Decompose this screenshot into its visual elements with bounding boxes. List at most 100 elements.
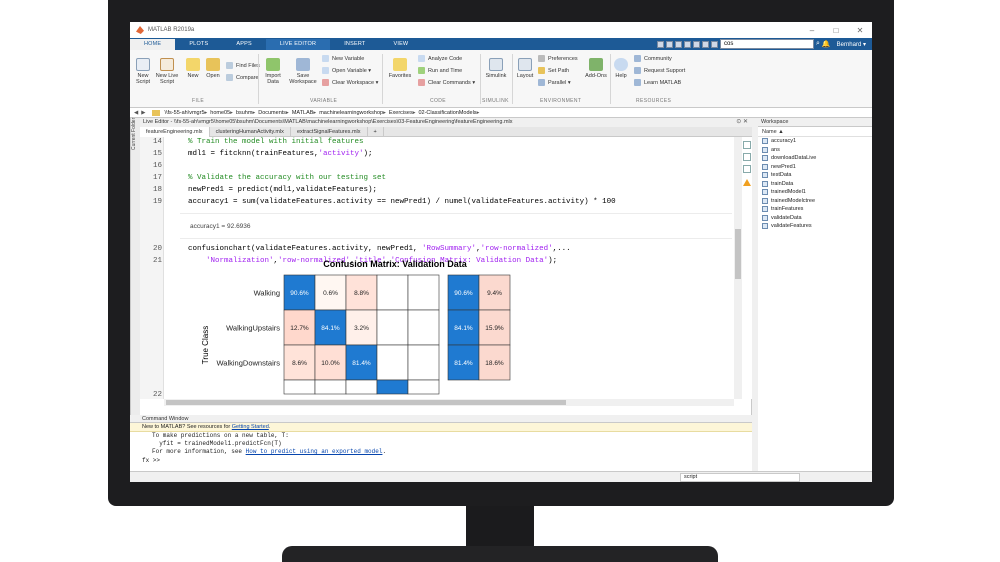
workspace-item[interactable]: trainedModelctree <box>758 197 872 206</box>
parallel-button[interactable]: Parallel ▾ <box>538 79 571 86</box>
open-button[interactable]: Open <box>204 58 222 79</box>
analyze-code-button[interactable]: Analyze Code <box>418 55 462 62</box>
workspace-item[interactable]: validateData <box>758 214 872 223</box>
editor-window-controls[interactable]: ⊙ ✕ <box>736 118 748 127</box>
address-bar[interactable]: ◀ ▶ \\fs-55-ah\vmgr5 ▸ home05 ▸ bsuhm ▸ … <box>130 108 872 118</box>
scroll-thumb[interactable] <box>735 229 741 279</box>
back-icon[interactable]: ◀ <box>134 110 138 116</box>
predict-help-link[interactable]: How to predict using an exported model <box>246 448 383 455</box>
tab-live-editor[interactable]: LIVE EDITOR <box>265 39 331 50</box>
tab-clusteringhumanactivity[interactable]: clusteringHumanActivity.mlx <box>210 127 291 137</box>
clear-workspace-button[interactable]: Clear Workspace ▾ <box>322 79 378 86</box>
separator <box>480 54 481 104</box>
line-number: 14 <box>152 138 162 146</box>
copy-icon[interactable] <box>674 40 682 48</box>
code-line-15[interactable]: mdl1 = fitcknn(trainFeatures,'activity')… <box>188 150 373 158</box>
clear-commands-button[interactable]: Clear Commands ▾ <box>418 79 475 86</box>
search-icon[interactable]: ⌕ <box>816 40 820 48</box>
workspace-item[interactable]: trainData <box>758 180 872 189</box>
code-line-19[interactable]: accuracy1 = sum(validateFeatures.activit… <box>188 198 616 206</box>
help-icon[interactable] <box>710 40 718 48</box>
output-right-icon[interactable] <box>743 153 751 161</box>
getting-started-link[interactable]: Getting Started <box>232 424 269 430</box>
code-line-18[interactable]: newPred1 = predict(mdl1,validateFeatures… <box>188 186 377 194</box>
path-segment[interactable]: 02-ClassificationModels <box>418 110 476 116</box>
preferences-button[interactable]: Preferences <box>538 55 578 62</box>
open-variable-button[interactable]: Open Variable ▾ <box>322 67 371 74</box>
tab-view[interactable]: VIEW <box>379 39 422 50</box>
close-icon[interactable]: ✕ <box>848 26 872 35</box>
current-folder-collapsed[interactable]: Current Folder <box>130 118 140 415</box>
workspace-item[interactable]: trainFeatures <box>758 205 872 214</box>
paste-icon[interactable] <box>683 40 691 48</box>
scroll-thumb[interactable] <box>166 400 566 405</box>
tab-featureengineering[interactable]: featureEngineering.mlx <box>140 127 210 137</box>
path-segment[interactable]: home05 <box>210 110 230 116</box>
bell-icon[interactable]: 🔔 <box>822 40 831 48</box>
new-live-script-button[interactable]: New Live Script <box>154 58 180 85</box>
path-segment[interactable]: Exercises <box>389 110 413 116</box>
user-menu[interactable]: Bernhard ▾ <box>833 41 870 48</box>
forward-icon[interactable]: ▶ <box>141 110 145 116</box>
window-title: MATLAB R2019a <box>148 27 195 33</box>
favorites-button[interactable]: Favorites <box>386 58 414 79</box>
command-prompt[interactable]: fx >> <box>130 456 752 465</box>
new-script-button[interactable]: New Script <box>134 58 152 85</box>
code-line-20[interactable]: confusionchart(validateFeatures.activity… <box>188 245 571 253</box>
workspace-item[interactable]: ans <box>758 146 872 155</box>
workspace-item[interactable]: downloadDataLive <box>758 154 872 163</box>
set-path-button[interactable]: Set Path <box>538 67 569 74</box>
warning-icon[interactable] <box>743 179 751 186</box>
new-variable-button[interactable]: New Variable <box>322 55 364 62</box>
editor-horizontal-scrollbar[interactable] <box>164 399 734 406</box>
save-icon[interactable] <box>656 40 664 48</box>
code-line-14[interactable]: % Train the model with initial features <box>188 138 364 146</box>
tab-insert[interactable]: INSERT <box>330 39 379 50</box>
new-button[interactable]: New <box>184 58 202 79</box>
run-and-time-button[interactable]: Run and Time <box>418 67 462 74</box>
new-tab-button[interactable]: + <box>368 127 384 137</box>
hide-code-icon[interactable] <box>743 165 751 173</box>
tab-extractsignalfeatures[interactable]: extractSignalFeatures.mlx <box>291 127 368 137</box>
command-output-line: For more information, see How to predict… <box>152 448 387 455</box>
tab-plots[interactable]: PLOTS <box>175 39 222 50</box>
confusion-chart[interactable]: Confusion Matrix: Validation Data True Cl… <box>196 255 516 399</box>
y-axis-label: True Class <box>201 326 210 364</box>
undo-icon[interactable] <box>692 40 700 48</box>
redo-icon[interactable] <box>701 40 709 48</box>
layout-button[interactable]: Layout <box>514 58 536 79</box>
help-button[interactable]: Help <box>612 58 630 79</box>
minimize-icon[interactable]: – <box>800 26 824 35</box>
workspace-item[interactable]: trainedModel1 <box>758 188 872 197</box>
tab-apps[interactable]: APPS <box>222 39 265 50</box>
maximize-icon[interactable]: □ <box>824 26 848 35</box>
search-documentation-input[interactable]: cos <box>719 39 814 49</box>
path-segment[interactable]: bsuhm <box>236 110 253 116</box>
command-output-line: To make predictions on a new table, T: <box>152 432 289 439</box>
cell-value: 0.6% <box>323 290 338 297</box>
workspace-item[interactable]: newPred1 <box>758 163 872 172</box>
community-button[interactable]: Community <box>634 55 672 62</box>
learn-matlab-button[interactable]: Learn MATLAB <box>634 79 681 86</box>
workspace-item[interactable]: validateFeatures <box>758 222 872 231</box>
editor-vertical-scrollbar[interactable] <box>734 137 742 399</box>
output-inline-icon[interactable] <box>743 141 751 149</box>
workspace-item[interactable]: testData <box>758 171 872 180</box>
save-workspace-button[interactable]: Save Workspace <box>288 58 318 85</box>
add-ons-button[interactable]: Add-Ons <box>584 58 608 79</box>
request-support-button[interactable]: Request Support <box>634 67 685 74</box>
path-segment[interactable]: \\fs-55-ah\vmgr5 <box>164 110 204 116</box>
workspace-item[interactable]: accuracy1 <box>758 137 872 146</box>
cut-icon[interactable] <box>665 40 673 48</box>
import-data-button[interactable]: Import Data <box>262 58 284 85</box>
simulink-button[interactable]: Simulink <box>484 58 508 79</box>
code-line-17[interactable]: % Validate the accuracy with our testing… <box>188 174 386 182</box>
path-segment[interactable]: machinelearningworkshop <box>319 110 383 116</box>
find-files-button[interactable]: Find Files <box>226 62 260 69</box>
path-segment[interactable]: Documents <box>258 110 286 116</box>
compare-button[interactable]: Compare <box>226 74 259 81</box>
workspace-name-column[interactable]: Name ▲ <box>758 127 872 137</box>
tab-home[interactable]: HOME <box>130 39 176 50</box>
path-segment[interactable]: MATLAB <box>292 110 314 116</box>
code-area[interactable]: 14 % Train the model with initial featur… <box>140 137 734 399</box>
